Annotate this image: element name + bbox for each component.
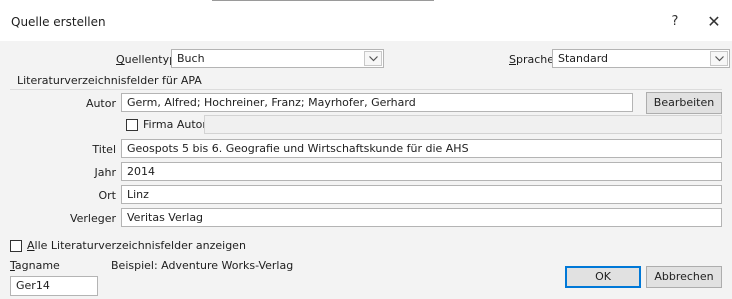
title-field[interactable]: Geospots 5 bis 6. Geografie und Wirtscha… [121,139,722,158]
publisher-field[interactable]: Veritas Verlag [121,208,722,227]
edit-authors-button[interactable]: Bearbeiten [646,92,722,114]
help-button[interactable]: ? [667,12,683,32]
group-title: Literaturverzeichnisfelder für APA [17,74,202,87]
corporate-author-label: Firma Autor [143,118,207,131]
author-label: Autor [85,97,116,110]
corporate-author-checkbox[interactable] [126,119,138,131]
chevron-down-icon[interactable] [710,51,728,66]
cancel-button[interactable]: Abbrechen [646,266,722,288]
ok-button[interactable]: OK [565,266,641,288]
show-all-fields-label: Alle Literaturverzeichnisfelder anzeigen [27,239,246,252]
dialog-title: Quelle erstellen [11,15,106,29]
publisher-label: Verleger [69,212,116,225]
source-type-select[interactable]: Buch [171,49,384,68]
year-field[interactable]: 2014 [121,162,722,181]
source-type-label: Quellentyp [116,53,177,66]
language-value: Standard [558,52,609,65]
language-select[interactable]: Standard [552,49,730,68]
top-divider [212,0,434,1]
source-type-value: Buch [177,52,205,65]
group-divider [10,89,722,90]
city-label: Ort [98,189,117,202]
title-bar: Quelle erstellen ? ✕ [0,3,732,41]
corporate-author-field[interactable] [204,115,722,134]
language-label: Sprache [509,53,555,66]
city-field[interactable]: Linz [121,185,722,204]
tag-name-field[interactable]: Ger14 [10,276,98,296]
author-field[interactable]: Germ, Alfred; Hochreiner, Franz; Mayrhof… [121,93,633,112]
tag-name-example: Beispiel: Adventure Works-Verlag [111,259,294,272]
chevron-down-icon[interactable] [364,51,382,66]
year-label: Jahr [94,166,116,179]
close-button[interactable]: ✕ [704,12,724,32]
title-label: Titel [92,143,116,156]
show-all-fields-checkbox[interactable] [10,240,22,252]
tag-name-label: Tagname [10,259,60,272]
